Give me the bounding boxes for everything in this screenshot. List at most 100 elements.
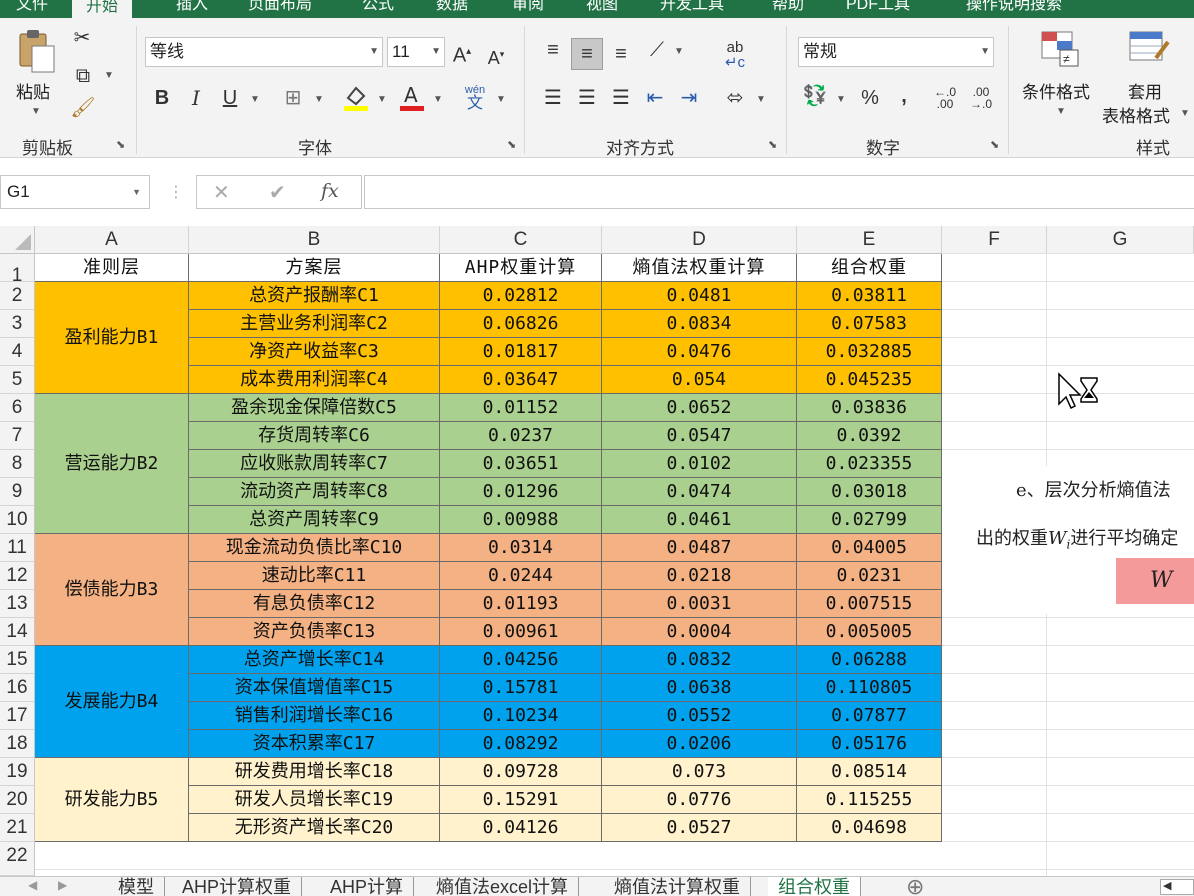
value-cell[interactable]: 0.0461: [602, 506, 797, 534]
row-header-9[interactable]: 9: [0, 478, 35, 506]
underline-dropdown-icon[interactable]: ▼: [250, 94, 260, 105]
row-header-13[interactable]: 13: [0, 590, 35, 618]
value-cell[interactable]: 0.03836: [797, 394, 942, 422]
value-cell[interactable]: 0.0527: [602, 814, 797, 842]
value-cell[interactable]: 0.005005: [797, 618, 942, 646]
value-cell[interactable]: 0.0476: [602, 338, 797, 366]
indicator-cell[interactable]: 无形资产增长率C20: [189, 814, 440, 842]
table-format-icon[interactable]: [1126, 28, 1172, 68]
italic-icon[interactable]: I: [184, 86, 208, 110]
indicator-cell[interactable]: 资本积累率C17: [189, 730, 440, 758]
value-cell[interactable]: 0.0481: [602, 282, 797, 310]
sheet-tab-4[interactable]: 熵值法计算权重: [604, 877, 751, 896]
value-cell[interactable]: 0.02799: [797, 506, 942, 534]
sheet-tab-0[interactable]: 模型: [108, 877, 165, 896]
column-header-F[interactable]: F: [942, 226, 1047, 254]
ribbon-tab-3[interactable]: 页面布局: [248, 0, 312, 18]
value-cell[interactable]: 0.0102: [602, 450, 797, 478]
value-cell[interactable]: 0.0206: [602, 730, 797, 758]
indicator-cell[interactable]: 有息负债率C12: [189, 590, 440, 618]
paste-icon[interactable]: [14, 28, 58, 74]
border-icon[interactable]: ⊞: [280, 86, 306, 110]
row-header-20[interactable]: 20: [0, 786, 35, 814]
ribbon-tab-4[interactable]: 公式: [362, 0, 394, 18]
table-header-cell[interactable]: 组合权重: [797, 254, 942, 282]
value-cell[interactable]: 0.110805: [797, 674, 942, 702]
value-cell[interactable]: 0.007515: [797, 590, 942, 618]
copy-icon[interactable]: ⧉: [70, 64, 96, 88]
indicator-cell[interactable]: 资本保值增值率C15: [189, 674, 440, 702]
indicator-cell[interactable]: 总资产报酬率C1: [189, 282, 440, 310]
value-cell[interactable]: 0.04005: [797, 534, 942, 562]
font-color-icon[interactable]: A: [398, 82, 426, 118]
criteria-cell[interactable]: 发展能力B4: [35, 646, 189, 758]
chevron-down-icon[interactable]: ▼: [132, 176, 141, 208]
column-header-B[interactable]: B: [189, 226, 440, 254]
column-header-G[interactable]: G: [1047, 226, 1194, 254]
value-cell[interactable]: 0.115255: [797, 786, 942, 814]
border-dropdown-icon[interactable]: ▼: [314, 94, 324, 105]
row-header-22[interactable]: 22: [0, 842, 35, 876]
value-cell[interactable]: 0.15291: [440, 786, 602, 814]
value-cell[interactable]: 0.03811: [797, 282, 942, 310]
cut-icon[interactable]: ✂: [68, 26, 96, 50]
table-format-dropdown-icon[interactable]: ▼: [1180, 108, 1190, 119]
indicator-cell[interactable]: 存货周转率C6: [189, 422, 440, 450]
indicator-cell[interactable]: 盈余现金保障倍数C5: [189, 394, 440, 422]
align-bottom-icon[interactable]: ≡: [609, 42, 633, 66]
value-cell[interactable]: 0.0244: [440, 562, 602, 590]
indicator-cell[interactable]: 资产负债率C13: [189, 618, 440, 646]
value-cell[interactable]: 0.03651: [440, 450, 602, 478]
conditional-format-dropdown-icon[interactable]: ▼: [1056, 106, 1066, 117]
orientation-dropdown-icon[interactable]: ▼: [674, 46, 684, 57]
value-cell[interactable]: 0.07583: [797, 310, 942, 338]
ribbon-tab-6[interactable]: 审阅: [512, 0, 544, 18]
ribbon-tab-2[interactable]: 插入: [176, 0, 208, 18]
row-header-18[interactable]: 18: [0, 730, 35, 758]
comma-style-icon[interactable]: ,: [894, 84, 914, 108]
table-header-cell[interactable]: 方案层: [189, 254, 440, 282]
column-header-D[interactable]: D: [602, 226, 797, 254]
ribbon-tab-9[interactable]: 帮助: [772, 0, 804, 18]
horizontal-scrollbar[interactable]: ◀: [1160, 879, 1194, 895]
criteria-cell[interactable]: 偿债能力B3: [35, 534, 189, 646]
value-cell[interactable]: 0.01193: [440, 590, 602, 618]
cancel-icon[interactable]: ✕: [213, 180, 230, 205]
value-cell[interactable]: 0.0237: [440, 422, 602, 450]
ribbon-tab-8[interactable]: 开发工具: [660, 0, 724, 18]
indicator-cell[interactable]: 现金流动负债比率C10: [189, 534, 440, 562]
row-header-19[interactable]: 19: [0, 758, 35, 786]
accounting-dropdown-icon[interactable]: ▼: [836, 94, 846, 105]
align-top-icon[interactable]: ≡: [541, 38, 565, 62]
value-cell[interactable]: 0.0392: [797, 422, 942, 450]
conditional-format-icon[interactable]: ≠: [1038, 28, 1082, 68]
table-format-label-top[interactable]: 套用: [1128, 78, 1162, 103]
number-launcher-icon[interactable]: ⬊: [990, 139, 1002, 151]
indicator-cell[interactable]: 总资产周转率C9: [189, 506, 440, 534]
indicator-cell[interactable]: 流动资产周转率C8: [189, 478, 440, 506]
ribbon-tab-0[interactable]: 文件: [16, 0, 48, 18]
value-cell[interactable]: 0.0776: [602, 786, 797, 814]
value-cell[interactable]: 0.06826: [440, 310, 602, 338]
value-cell[interactable]: 0.00988: [440, 506, 602, 534]
sheet-tab-1[interactable]: AHP计算权重: [172, 877, 303, 896]
value-cell[interactable]: 0.0218: [602, 562, 797, 590]
ribbon-tab-11[interactable]: 操作说明搜索: [966, 0, 1062, 18]
row-header-4[interactable]: 4: [0, 338, 35, 366]
copy-dropdown-icon[interactable]: ▼: [104, 70, 114, 81]
row-header-14[interactable]: 14: [0, 618, 35, 646]
value-cell[interactable]: 0.04126: [440, 814, 602, 842]
row-header-6[interactable]: 6: [0, 394, 35, 422]
sheet-tab-2[interactable]: AHP计算: [320, 877, 415, 896]
phonetic-icon[interactable]: wén 文: [462, 84, 488, 112]
value-cell[interactable]: 0.03018: [797, 478, 942, 506]
value-cell[interactable]: 0.06288: [797, 646, 942, 674]
align-right-icon[interactable]: ☰: [609, 86, 633, 110]
value-cell[interactable]: 0.04698: [797, 814, 942, 842]
indicator-cell[interactable]: 主营业务利润率C2: [189, 310, 440, 338]
value-cell[interactable]: 0.023355: [797, 450, 942, 478]
row-header-11[interactable]: 11: [0, 534, 35, 562]
indicator-cell[interactable]: 速动比率C11: [189, 562, 440, 590]
value-cell[interactable]: 0.0832: [602, 646, 797, 674]
value-cell[interactable]: 0.09728: [440, 758, 602, 786]
